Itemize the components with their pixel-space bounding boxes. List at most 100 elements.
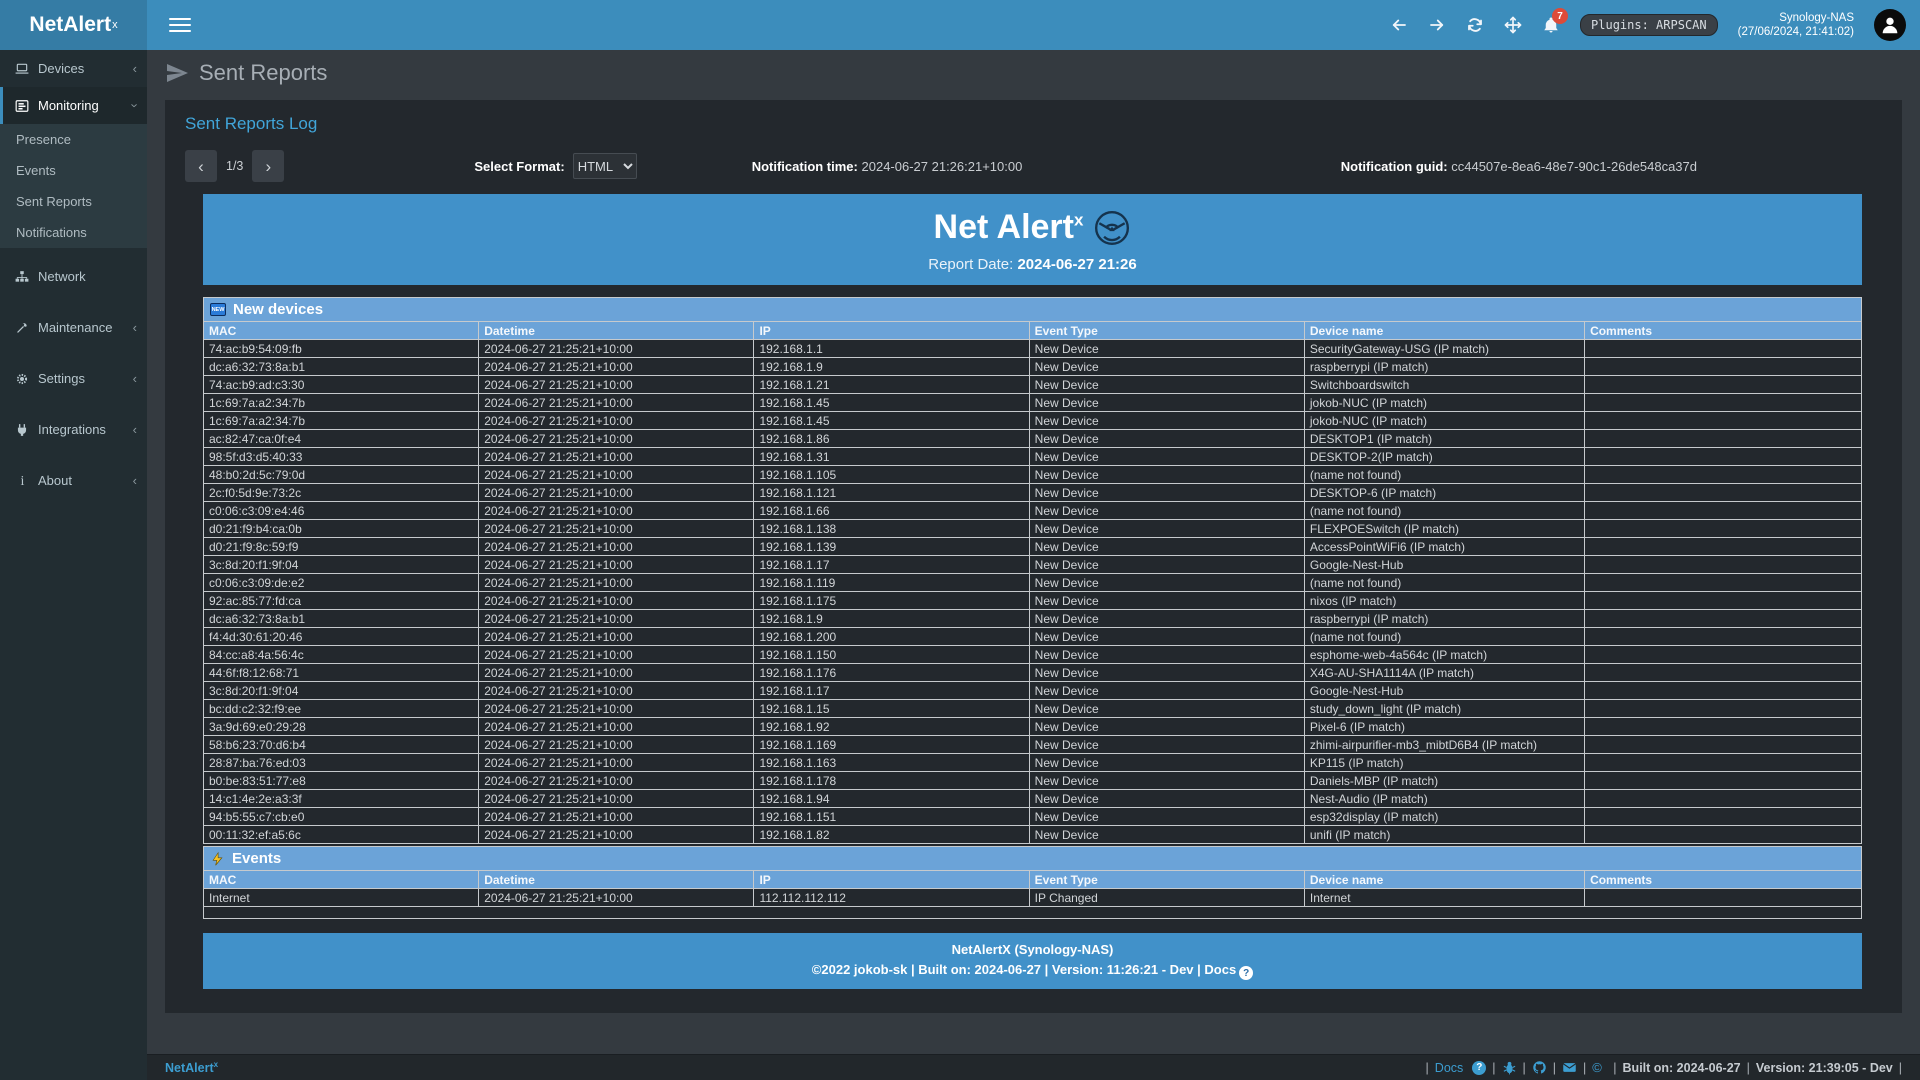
cell-mac[interactable]: 3c:8d:20:f1:9f:04: [204, 682, 479, 700]
column-header: MAC: [204, 322, 479, 340]
cell-datetime: 2024-06-27 21:25:21+10:00: [479, 358, 754, 376]
cell-comment: [1585, 430, 1862, 448]
section-header-new-devices: NEW New devices: [204, 298, 1862, 322]
cell-event: New Device: [1029, 538, 1304, 556]
table-row: d0:21:f9:8c:59:f92024-06-27 21:25:21+10:…: [204, 538, 1862, 556]
table-row: b0:be:83:51:77:e82024-06-27 21:25:21+10:…: [204, 772, 1862, 790]
cell-mac[interactable]: c0:06:c3:09:e4:46: [204, 502, 479, 520]
cell-datetime: 2024-06-27 21:25:21+10:00: [479, 340, 754, 358]
plugins-status-badge[interactable]: Plugins: ARPSCAN: [1580, 14, 1718, 36]
table-row: 74:ac:b9:ad:c3:302024-06-27 21:25:21+10:…: [204, 376, 1862, 394]
cell-mac[interactable]: 74:ac:b9:ad:c3:30: [204, 376, 479, 394]
sidebar-item-maintenance[interactable]: Maintenance ‹: [0, 309, 147, 346]
bug-report-icon[interactable]: [1502, 1060, 1517, 1075]
sidebar-item-devices[interactable]: Devices ‹: [0, 50, 147, 87]
mail-icon[interactable]: [1562, 1060, 1577, 1075]
cell-mac[interactable]: f4:4d:30:61:20:46: [204, 628, 479, 646]
column-header: Datetime: [479, 322, 754, 340]
cell-mac[interactable]: 1c:69:7a:a2:34:7b: [204, 412, 479, 430]
prev-page-button[interactable]: ‹: [185, 150, 217, 182]
sidebar-item-integrations[interactable]: Integrations ‹: [0, 411, 147, 448]
cell-mac[interactable]: 3c:8d:20:f1:9f:04: [204, 556, 479, 574]
cell-datetime: 2024-06-27 21:25:21+10:00: [479, 574, 754, 592]
cell-mac[interactable]: d0:21:f9:8c:59:f9: [204, 538, 479, 556]
cell-mac[interactable]: 94:b5:55:c7:cb:e0: [204, 808, 479, 826]
report-controls: ‹ 1/3 › Select Format: HTML Notification…: [185, 150, 1882, 182]
cell-name: SecurityGateway-USG (IP match): [1304, 340, 1584, 358]
cell-mac[interactable]: 44:6f:f8:12:68:71: [204, 664, 479, 682]
refresh-icon[interactable]: [1466, 16, 1484, 34]
cell-event: New Device: [1029, 808, 1304, 826]
cell-mac[interactable]: 14:c1:4e:2e:a3:3f: [204, 790, 479, 808]
footer-brand[interactable]: NetAlertx: [165, 1060, 218, 1075]
cell-ip: 192.168.1.86: [754, 430, 1029, 448]
cell-mac[interactable]: dc:a6:32:73:8a:b1: [204, 358, 479, 376]
next-page-button[interactable]: ›: [252, 150, 284, 182]
table-row: 44:6f:f8:12:68:712024-06-27 21:25:21+10:…: [204, 664, 1862, 682]
cell-mac[interactable]: 28:87:ba:76:ed:03: [204, 754, 479, 772]
cell-mac[interactable]: 2c:f0:5d:9e:73:2c: [204, 484, 479, 502]
move-icon[interactable]: [1504, 16, 1522, 34]
sidebar-item-monitoring[interactable]: Monitoring ›: [0, 87, 147, 124]
cell-mac[interactable]: 58:b6:23:70:d6:b4: [204, 736, 479, 754]
cell-mac[interactable]: 3a:9d:69:e0:29:28: [204, 718, 479, 736]
cell-ip: 192.168.1.1: [754, 340, 1029, 358]
empty-cell: [204, 907, 1862, 919]
table-row: dc:a6:32:73:8a:b12024-06-27 21:25:21+10:…: [204, 610, 1862, 628]
app-logo[interactable]: NetAlertx: [0, 0, 147, 50]
sidebar-item-settings[interactable]: Settings ‹: [0, 360, 147, 397]
cell-name: Google-Nest-Hub: [1304, 682, 1584, 700]
laptop-icon: [15, 62, 30, 76]
cell-mac[interactable]: ac:82:47:ca:0f:e4: [204, 430, 479, 448]
cell-mac[interactable]: 92:ac:85:77:fd:ca: [204, 592, 479, 610]
column-header: Event Type: [1029, 871, 1304, 889]
table-row: 28:87:ba:76:ed:032024-06-27 21:25:21+10:…: [204, 754, 1862, 772]
sidebar-item-notifications[interactable]: Notifications: [0, 217, 147, 248]
cell-comment: [1585, 610, 1862, 628]
cell-mac[interactable]: 48:b0:2d:5c:79:0d: [204, 466, 479, 484]
sidebar-toggle-icon[interactable]: [169, 14, 191, 36]
sidebar-item-network[interactable]: Network: [0, 258, 147, 295]
user-avatar[interactable]: [1874, 9, 1906, 41]
cell-mac[interactable]: dc:a6:32:73:8a:b1: [204, 610, 479, 628]
cell-mac[interactable]: 84:cc:a8:4a:56:4c: [204, 646, 479, 664]
notification-time-label: Notification time:: [752, 159, 858, 174]
forward-icon[interactable]: [1428, 16, 1446, 34]
footer-docs-link[interactable]: Docs: [1435, 1061, 1463, 1075]
notifications-bell-icon[interactable]: 7: [1542, 16, 1560, 34]
cell-mac[interactable]: 98:5f:d3:d5:40:33: [204, 448, 479, 466]
section-title: New devices: [233, 301, 323, 318]
cell-comment: [1585, 790, 1862, 808]
cell-name: Switchboardswitch: [1304, 376, 1584, 394]
cell-comment: [1585, 340, 1862, 358]
report-footer-host: NetAlertX (Synology-NAS): [203, 940, 1862, 960]
cell-mac[interactable]: bc:dd:c2:32:f9:ee: [204, 700, 479, 718]
cell-mac[interactable]: 00:11:32:ef:a5:6c: [204, 826, 479, 844]
cell-name: (name not found): [1304, 466, 1584, 484]
format-select[interactable]: HTML: [573, 153, 637, 179]
cell-datetime: 2024-06-27 21:25:21+10:00: [479, 808, 754, 826]
cell-event: New Device: [1029, 502, 1304, 520]
back-icon[interactable]: [1390, 16, 1408, 34]
cell-mac[interactable]: 1c:69:7a:a2:34:7b: [204, 394, 479, 412]
table-row: ac:82:47:ca:0f:e42024-06-27 21:25:21+10:…: [204, 430, 1862, 448]
sidebar-item-sent-reports[interactable]: Sent Reports: [0, 186, 147, 217]
cell-datetime: 2024-06-27 21:25:21+10:00: [479, 736, 754, 754]
copyright-icon[interactable]: ©: [1592, 1060, 1607, 1075]
sidebar-item-events[interactable]: Events: [0, 155, 147, 186]
cell-event: New Device: [1029, 340, 1304, 358]
sidebar-item-about[interactable]: i About ‹: [0, 462, 147, 499]
cell-comment: [1585, 754, 1862, 772]
cell-mac[interactable]: b0:be:83:51:77:e8: [204, 772, 479, 790]
chevron-left-icon: ‹: [133, 61, 137, 76]
cell-mac[interactable]: 74:ac:b9:54:09:fb: [204, 340, 479, 358]
content-panel: Sent Reports Log ‹ 1/3 › Select Format: …: [165, 100, 1902, 1013]
question-icon[interactable]: ?: [1472, 1061, 1486, 1075]
sidebar-item-label: Settings: [38, 371, 85, 386]
cell-datetime: 2024-06-27 21:25:21+10:00: [479, 682, 754, 700]
cell-mac[interactable]: d0:21:f9:b4:ca:0b: [204, 520, 479, 538]
cell-mac[interactable]: c0:06:c3:09:de:e2: [204, 574, 479, 592]
github-icon[interactable]: [1532, 1060, 1547, 1075]
sidebar-item-presence[interactable]: Presence: [0, 124, 147, 155]
table-row: 84:cc:a8:4a:56:4c2024-06-27 21:25:21+10:…: [204, 646, 1862, 664]
